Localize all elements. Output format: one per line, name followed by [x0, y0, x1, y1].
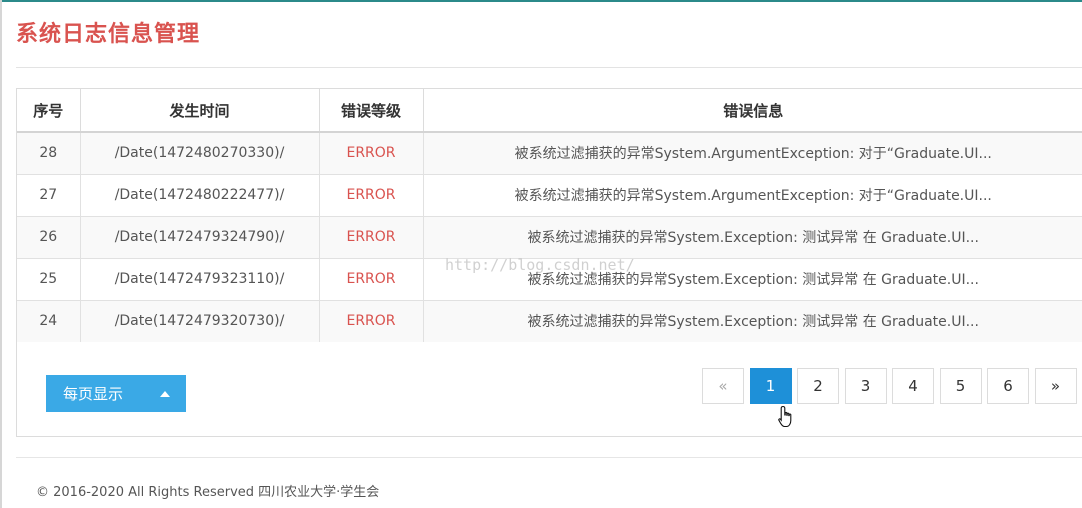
- page-size-button[interactable]: 每页显示: [46, 375, 186, 412]
- hand-cursor-icon: [778, 405, 792, 428]
- pagination-next[interactable]: »: [1034, 368, 1077, 404]
- cell-level: ERROR: [319, 258, 424, 301]
- table-row[interactable]: 26 /Date(1472479324790)/ ERROR 被系统过滤捕获的异…: [17, 216, 1082, 259]
- cell-index: 26: [17, 216, 81, 259]
- pagination-page-3[interactable]: 3: [844, 368, 887, 404]
- pagination-page-4[interactable]: 4: [892, 368, 934, 404]
- pagination-page-5[interactable]: 5: [939, 368, 982, 404]
- title-divider: [16, 67, 1082, 68]
- pagination-page-2[interactable]: 2: [797, 368, 839, 404]
- cell-time: /Date(1472479323110)/: [80, 258, 320, 301]
- cell-level: ERROR: [319, 216, 424, 259]
- cell-index: 25: [17, 258, 81, 301]
- cell-level: ERROR: [319, 174, 424, 217]
- cell-index: 28: [17, 132, 81, 175]
- cell-message: 被系统过滤捕获的异常System.Exception: 测试异常 在 Gradu…: [423, 258, 1082, 301]
- page-title: 系统日志信息管理: [16, 22, 201, 47]
- caret-up-icon: [160, 391, 170, 397]
- cell-time: /Date(1472480222477)/: [80, 174, 320, 217]
- pagination-page-1[interactable]: 1: [749, 368, 792, 404]
- log-table: 序号 发生时间 错误等级 错误信息 28 /Date(1472480270330…: [17, 89, 1082, 343]
- copyright-text: © 2016-2020 All Rights Reserved 四川农业大学·学…: [36, 485, 380, 500]
- table-row[interactable]: 28 /Date(1472480270330)/ ERROR 被系统过滤捕获的异…: [17, 132, 1082, 175]
- cell-time: /Date(1472479320730)/: [80, 300, 320, 343]
- cell-message: 被系统过滤捕获的异常System.ArgumentException: 对于“G…: [423, 132, 1082, 175]
- cell-time: /Date(1472479324790)/: [80, 216, 320, 259]
- table-row[interactable]: 24 /Date(1472479320730)/ ERROR 被系统过滤捕获的异…: [17, 300, 1082, 343]
- header-message[interactable]: 错误信息: [423, 89, 1082, 133]
- cell-index: 24: [17, 300, 81, 343]
- cell-level: ERROR: [319, 300, 424, 343]
- cell-message: 被系统过滤捕获的异常System.Exception: 测试异常 在 Gradu…: [423, 216, 1082, 259]
- cell-message: 被系统过滤捕获的异常System.Exception: 测试异常 在 Gradu…: [423, 300, 1082, 343]
- pagination-prev[interactable]: «: [702, 368, 744, 404]
- header-index[interactable]: 序号: [17, 89, 81, 133]
- top-accent-line: [0, 0, 1082, 2]
- pagination-page-6[interactable]: 6: [987, 368, 1029, 404]
- table-row[interactable]: 27 /Date(1472480222477)/ ERROR 被系统过滤捕获的异…: [17, 174, 1082, 217]
- left-border: [0, 0, 2, 508]
- cell-level: ERROR: [319, 132, 424, 175]
- header-level[interactable]: 错误等级: [319, 89, 424, 133]
- page-size-label: 每页显示: [63, 386, 124, 403]
- cell-index: 27: [17, 174, 81, 217]
- table-header-row: 序号 发生时间 错误等级 错误信息: [17, 89, 1082, 133]
- header-time[interactable]: 发生时间: [80, 89, 320, 133]
- footer-divider: [16, 457, 1082, 458]
- table-row[interactable]: 25 /Date(1472479323110)/ ERROR 被系统过滤捕获的异…: [17, 258, 1082, 301]
- cell-time: /Date(1472480270330)/: [80, 132, 320, 175]
- pagination: « 1 2 3 4 5 6 »: [702, 368, 1082, 404]
- table-footer: 每页显示 « 1 2 3 4 5 6 »: [17, 342, 1082, 436]
- cell-message: 被系统过滤捕获的异常System.ArgumentException: 对于“G…: [423, 174, 1082, 217]
